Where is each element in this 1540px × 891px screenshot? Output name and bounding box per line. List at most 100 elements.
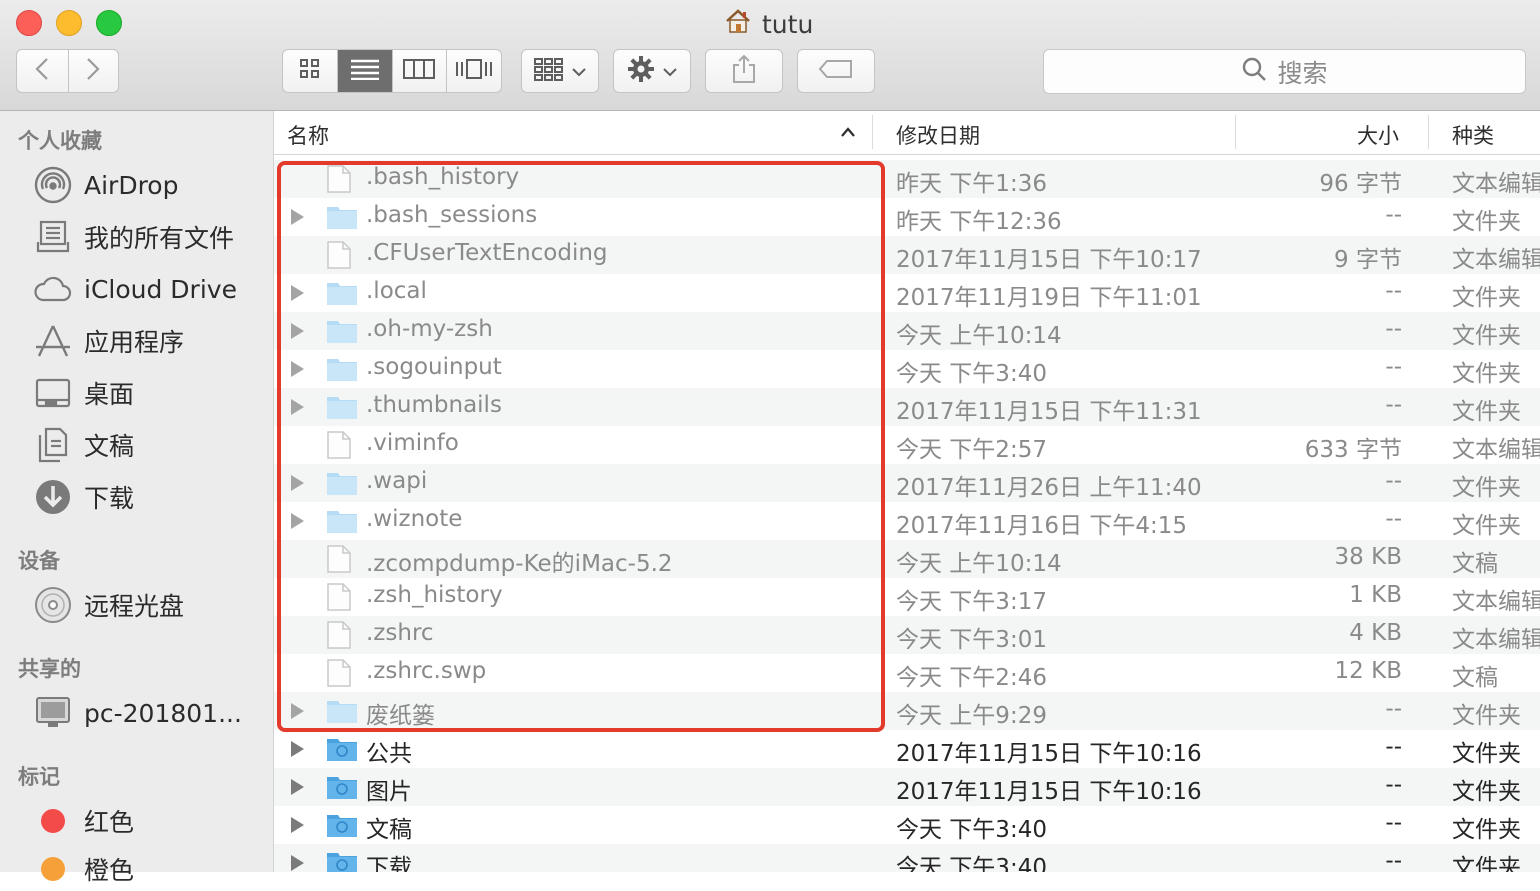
column-header-size[interactable]: 大小 bbox=[1357, 120, 1399, 150]
file-row[interactable]: .zcompdump-Ke的iMac-5.2 今天 上午10:14 38 KB 文稿 bbox=[274, 540, 1540, 578]
disclosure-triangle-icon[interactable] bbox=[291, 855, 304, 871]
close-window-button[interactable] bbox=[16, 10, 42, 36]
download-icon bbox=[34, 478, 72, 516]
sidebar-item-label: 红色 bbox=[84, 808, 135, 837]
file-size: -- bbox=[1385, 468, 1402, 494]
window-title-text: tutu bbox=[762, 9, 814, 39]
disclosure-triangle-icon[interactable] bbox=[291, 361, 304, 377]
folder-icon bbox=[326, 317, 358, 345]
search-field[interactable]: 搜索 bbox=[1043, 49, 1526, 94]
icon-view-button[interactable] bbox=[283, 50, 338, 92]
file-row[interactable]: .wiznote 2017年11月16日 下午4:15 -- 文件夹 bbox=[274, 502, 1540, 540]
file-kind: 文本编辑 bbox=[1452, 247, 1540, 273]
group-by-button[interactable] bbox=[521, 49, 599, 93]
file-row[interactable]: .thumbnails 2017年11月15日 下午11:31 -- 文件夹 bbox=[274, 388, 1540, 426]
file-kind: 文件夹 bbox=[1452, 399, 1521, 425]
file-name: .local bbox=[366, 278, 427, 304]
file-row[interactable]: 文稿 今天 下午3:40 -- 文件夹 bbox=[274, 806, 1540, 844]
file-size: -- bbox=[1385, 354, 1402, 380]
zoom-window-button[interactable] bbox=[96, 10, 122, 36]
sidebar-item-label: 下载 bbox=[84, 484, 135, 513]
edit-tags-button[interactable] bbox=[797, 49, 875, 93]
file-size: 4 KB bbox=[1349, 620, 1402, 646]
group-by-icon bbox=[534, 57, 564, 85]
file-row[interactable]: .wapi 2017年11月26日 上午11:40 -- 文件夹 bbox=[274, 464, 1540, 502]
action-button[interactable] bbox=[613, 49, 691, 93]
chevron-down-icon bbox=[572, 62, 586, 81]
disclosure-triangle-icon[interactable] bbox=[291, 475, 304, 491]
forward-button[interactable] bbox=[69, 50, 119, 92]
sidebar-item-icloud-drive[interactable]: iCloud Drive bbox=[34, 267, 237, 311]
file-size: 633 字节 bbox=[1304, 437, 1402, 463]
file-row[interactable]: 下载 今天 下午3:40 -- 文件夹 bbox=[274, 844, 1540, 872]
sidebar-item-downloads[interactable]: 下载 bbox=[34, 475, 134, 519]
file-date: 今天 上午10:14 bbox=[896, 551, 1062, 577]
column-view-button[interactable] bbox=[393, 50, 448, 92]
disclosure-triangle-icon[interactable] bbox=[291, 209, 304, 225]
file-date: 2017年11月16日 下午4:15 bbox=[896, 513, 1188, 539]
sidebar-item-applications[interactable]: 应用程序 bbox=[34, 319, 184, 363]
sort-ascending-icon[interactable] bbox=[840, 119, 856, 143]
file-row[interactable]: .zsh_history 今天 下午3:17 1 KB 文本编辑 bbox=[274, 578, 1540, 616]
document-icon bbox=[326, 583, 358, 611]
chevron-down-icon bbox=[663, 62, 677, 81]
column-header-kind[interactable]: 种类 bbox=[1452, 120, 1494, 150]
file-name: .wapi bbox=[366, 468, 428, 494]
file-size: 38 KB bbox=[1334, 544, 1402, 570]
file-row[interactable]: 图片 2017年11月15日 下午10:16 -- 文件夹 bbox=[274, 768, 1540, 806]
file-row[interactable]: .oh-my-zsh 今天 上午10:14 -- 文件夹 bbox=[274, 312, 1540, 350]
file-size: -- bbox=[1385, 506, 1402, 532]
minimize-window-button[interactable] bbox=[56, 10, 82, 36]
file-name: .zcompdump-Ke的iMac-5.2 bbox=[366, 551, 673, 577]
sidebar-item-tag-red[interactable]: 红色 bbox=[34, 799, 134, 843]
sidebar-item-airdrop[interactable]: AirDrop bbox=[34, 163, 178, 207]
file-name: .CFUserTextEncoding bbox=[366, 240, 608, 266]
file-row[interactable]: .local 2017年11月19日 下午11:01 -- 文件夹 bbox=[274, 274, 1540, 312]
disclosure-triangle-icon[interactable] bbox=[291, 703, 304, 719]
file-kind: 文件夹 bbox=[1452, 779, 1521, 805]
file-row[interactable]: .bash_history 昨天 下午1:36 96 字节 文本编辑 bbox=[274, 160, 1540, 198]
disc-icon bbox=[34, 586, 72, 624]
file-row[interactable]: 公共 2017年11月15日 下午10:16 -- 文件夹 bbox=[274, 730, 1540, 768]
disclosure-triangle-icon[interactable] bbox=[291, 779, 304, 795]
disclosure-triangle-icon[interactable] bbox=[291, 741, 304, 757]
file-kind: 文件夹 bbox=[1452, 741, 1521, 767]
file-row[interactable]: .viminfo 今天 下午2:57 633 字节 文本编辑 bbox=[274, 426, 1540, 464]
cover-flow-button[interactable] bbox=[447, 50, 501, 92]
file-row[interactable]: .CFUserTextEncoding 2017年11月15日 下午10:17 9 … bbox=[274, 236, 1540, 274]
column-header-date[interactable]: 修改日期 bbox=[896, 120, 980, 150]
share-button[interactable] bbox=[705, 49, 783, 93]
sidebar-item-tag-orange[interactable]: 橙色 bbox=[34, 847, 134, 891]
folder-icon bbox=[326, 697, 358, 725]
file-row[interactable]: 废纸篓 今天 上午9:29 -- 文件夹 bbox=[274, 692, 1540, 730]
file-kind: 文件夹 bbox=[1452, 513, 1521, 539]
chevron-left-icon bbox=[35, 57, 49, 85]
disclosure-triangle-icon[interactable] bbox=[291, 817, 304, 833]
file-kind: 文稿 bbox=[1452, 665, 1498, 691]
document-icon bbox=[326, 659, 358, 687]
sidebar-item-label: 远程光盘 bbox=[84, 592, 185, 621]
back-button[interactable] bbox=[17, 50, 69, 92]
column-header-name[interactable]: 名称 bbox=[287, 120, 329, 150]
list-view-button[interactable] bbox=[337, 50, 393, 92]
file-name: .oh-my-zsh bbox=[366, 316, 493, 342]
file-row[interactable]: .zshrc.swp 今天 下午2:46 12 KB 文稿 bbox=[274, 654, 1540, 692]
file-row[interactable]: .sogouinput 今天 下午3:40 -- 文件夹 bbox=[274, 350, 1540, 388]
disclosure-triangle-icon[interactable] bbox=[291, 513, 304, 529]
disclosure-triangle-icon[interactable] bbox=[291, 399, 304, 415]
sidebar-item-desktop[interactable]: 桌面 bbox=[34, 371, 134, 415]
sidebar-item-remote-disc[interactable]: 远程光盘 bbox=[34, 583, 184, 627]
file-kind: 文件夹 bbox=[1452, 817, 1521, 843]
tag-dot-icon bbox=[41, 809, 65, 833]
disclosure-triangle-icon[interactable] bbox=[291, 323, 304, 339]
file-row[interactable]: .bash_sessions 昨天 下午12:36 -- 文件夹 bbox=[274, 198, 1540, 236]
file-name: .wiznote bbox=[366, 506, 463, 532]
file-row[interactable]: .zshrc 今天 下午3:01 4 KB 文本编辑 bbox=[274, 616, 1540, 654]
sidebar-item-all-my-files[interactable]: 我的所有文件 bbox=[34, 215, 234, 259]
sidebar: 个人收藏 AirDrop 我的所有文件 iCloud Drive 应用程序 桌面 bbox=[0, 111, 274, 885]
sidebar-item-documents[interactable]: 文稿 bbox=[34, 423, 134, 467]
file-kind: 文件夹 bbox=[1452, 323, 1521, 349]
file-kind: 文本编辑 bbox=[1452, 627, 1540, 653]
disclosure-triangle-icon[interactable] bbox=[291, 285, 304, 301]
sidebar-item-shared-pc[interactable]: pc-201801... bbox=[34, 691, 242, 735]
